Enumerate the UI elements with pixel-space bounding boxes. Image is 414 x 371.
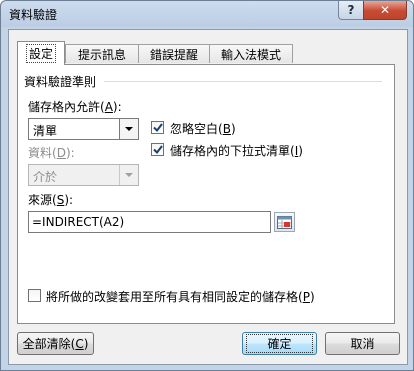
tab-settings-label: 設定 (25, 44, 56, 63)
ok-button[interactable]: 確定 (242, 332, 317, 355)
tab-error-alert-label: 錯誤提醒 (149, 47, 198, 62)
tab-ime-mode-label: 輸入法模式 (220, 47, 281, 62)
data-label: 資料(D): (28, 146, 75, 160)
tab-settings[interactable]: 設定 (17, 41, 65, 65)
tab-error-alert[interactable]: 錯誤提醒 (138, 44, 210, 63)
source-value: =INDIRECT(A2) (32, 215, 125, 229)
section-divider (104, 81, 382, 82)
data-dropdown: 介於 (28, 164, 139, 186)
criteria-section-title: 資料驗證準則 (24, 75, 97, 89)
tab-input-message[interactable]: 提示訊息 (65, 44, 139, 63)
range-select-icon (277, 215, 292, 229)
ignore-blank-label[interactable]: 忽略空白(B) (170, 120, 236, 137)
cancel-button[interactable]: 取消 (325, 332, 400, 355)
allow-dropdown[interactable]: 清單 (28, 118, 139, 140)
dialog-body: 設定 提示訊息 錯誤提醒 輸入法模式 資料驗證準則 儲存格內允許(A): 清單 (8, 29, 408, 365)
data-validation-dialog: 資料驗證 ? ✕ 設定 提示訊息 錯誤提醒 輸入法模式 資料驗證準則 儲存格內允… (0, 0, 414, 371)
help-button[interactable]: ? (338, 1, 364, 20)
clear-all-button[interactable]: 全部清除(C) (17, 332, 94, 355)
ok-label: 確定 (246, 334, 313, 353)
cancel-label: 取消 (350, 337, 375, 351)
apply-all-label[interactable]: 將所做的改變套用至所有具有相同設定的儲存格(P) (46, 288, 315, 305)
data-value: 介於 (33, 170, 58, 184)
data-dropdown-arrow (119, 165, 138, 185)
window-title: 資料驗證 (9, 8, 58, 22)
tab-ime-mode[interactable]: 輸入法模式 (209, 44, 293, 63)
title-bar[interactable]: 資料驗證 ? ✕ (1, 1, 413, 27)
allow-label: 儲存格內允許(A): (28, 100, 122, 114)
in-cell-dropdown-checkbox[interactable] (151, 143, 164, 156)
checkmark-icon (152, 123, 163, 132)
source-label: 來源(S): (28, 193, 74, 207)
collapse-dialog-button[interactable] (274, 212, 295, 232)
clear-all-label: 全部清除(C) (22, 337, 89, 351)
ignore-blank-checkbox[interactable] (151, 121, 164, 134)
chevron-down-icon (125, 127, 133, 131)
allow-value: 清單 (33, 124, 58, 138)
close-button[interactable]: ✕ (363, 1, 407, 20)
allow-dropdown-arrow[interactable] (119, 119, 138, 139)
settings-panel: 資料驗證準則 儲存格內允許(A): 清單 忽略空白(B) 儲存格內的下拉式清單(… (17, 64, 395, 324)
in-cell-dropdown-label[interactable]: 儲存格內的下拉式清單(I) (170, 142, 303, 159)
tab-input-message-label: 提示訊息 (77, 47, 126, 62)
source-input[interactable]: =INDIRECT(A2) (28, 211, 271, 233)
checkmark-icon (152, 145, 163, 154)
apply-all-checkbox[interactable] (28, 289, 41, 302)
chevron-down-icon (125, 173, 133, 177)
